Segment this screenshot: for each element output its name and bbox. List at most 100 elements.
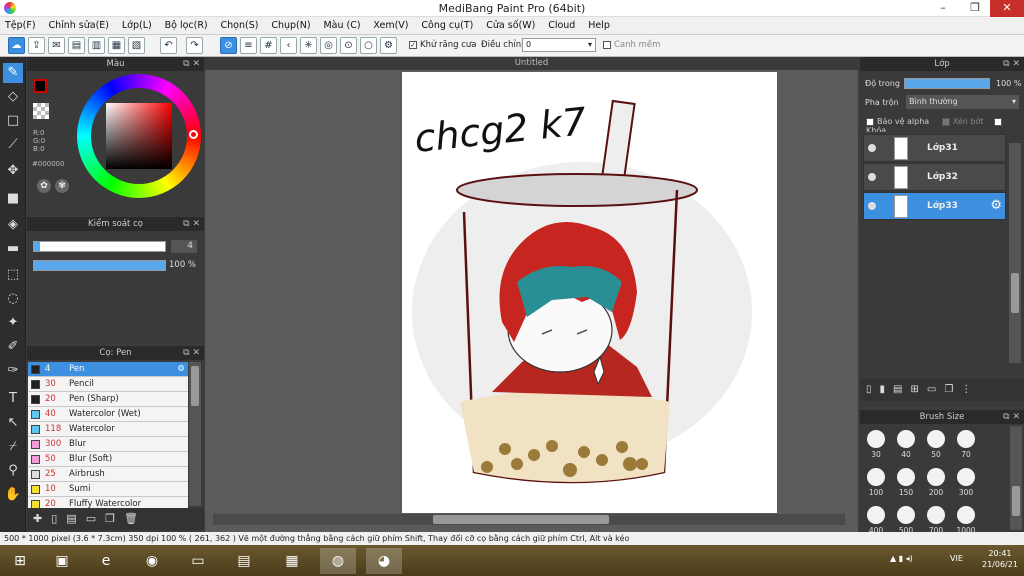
- select-eraser-icon[interactable]: ✑: [3, 361, 23, 381]
- restore-button[interactable]: ❐: [962, 0, 988, 17]
- layer-row-selected[interactable]: Lớp33 ⚙: [863, 192, 1006, 220]
- brush-size-preset[interactable]: 70: [952, 428, 980, 464]
- operation-tool-icon[interactable]: ↖: [3, 413, 23, 433]
- brush-opacity-slider[interactable]: [33, 260, 166, 271]
- camtasia-icon[interactable]: ◍: [320, 548, 356, 574]
- powerpoint-icon[interactable]: ▤: [226, 548, 262, 574]
- eyedropper-tool-icon[interactable]: ⚲: [3, 461, 23, 481]
- smooth-checkbox[interactable]: Canh mềm: [603, 40, 660, 50]
- layer-row[interactable]: Lớp32: [863, 163, 1006, 191]
- undo-icon[interactable]: ↶: [160, 37, 177, 54]
- radial-snap-icon[interactable]: ✳: [300, 37, 317, 54]
- brush-list-scrollbar[interactable]: [189, 362, 201, 506]
- new-layer-8bit-icon[interactable]: ▤: [893, 384, 910, 395]
- brush-size-value[interactable]: 4: [171, 240, 197, 253]
- panel-controls-icon[interactable]: ⧉ ✕: [1003, 57, 1020, 71]
- trash-icon[interactable]: 🗑: [124, 512, 147, 525]
- eye-icon[interactable]: [868, 173, 876, 181]
- blend-select[interactable]: Bình thường ▾: [906, 95, 1019, 109]
- divide-tool-icon[interactable]: ⌿: [3, 437, 23, 457]
- cloud-icon[interactable]: ☁: [8, 37, 25, 54]
- layer-menu-icon[interactable]: ⋮: [961, 384, 979, 395]
- parallel-snap-icon[interactable]: ≡: [240, 37, 257, 54]
- snap-off-icon[interactable]: ⊘: [220, 37, 237, 54]
- brush-item[interactable]: 4 Pen ⚙: [28, 362, 188, 377]
- menu-color[interactable]: Màu (C): [318, 17, 365, 35]
- layer-row[interactable]: Lớp31: [863, 134, 1006, 162]
- menu-view[interactable]: Xem(V): [368, 17, 413, 35]
- panel-controls-icon[interactable]: ⧉ ✕: [1003, 410, 1020, 424]
- saturation-square[interactable]: [106, 103, 172, 169]
- panel-controls-icon[interactable]: ⧉ ✕: [183, 217, 200, 231]
- menu-file[interactable]: Tệp(F): [0, 17, 41, 35]
- layer-opacity-slider[interactable]: [904, 78, 990, 89]
- menu-tools[interactable]: Công cụ(T): [416, 17, 478, 35]
- eye-icon[interactable]: [868, 202, 876, 210]
- chrome-icon[interactable]: ◉: [134, 548, 170, 574]
- lasso-tool-icon[interactable]: ◌: [3, 289, 23, 309]
- eye-icon[interactable]: [868, 144, 876, 152]
- brush-size-preset[interactable]: 150: [892, 466, 920, 502]
- move-tool-icon[interactable]: ✥: [3, 161, 23, 181]
- shape-tool-icon[interactable]: ■: [3, 189, 23, 209]
- circle-snap-icon[interactable]: ◎: [320, 37, 337, 54]
- fill-tool-icon[interactable]: ◈: [3, 215, 23, 235]
- menu-window[interactable]: Cửa số(W): [481, 17, 540, 35]
- hand-tool-icon[interactable]: ✋: [3, 485, 23, 505]
- text-tool-icon[interactable]: T: [3, 389, 23, 409]
- close-button[interactable]: ✕: [990, 0, 1024, 17]
- select-pen-icon[interactable]: ✐: [3, 337, 23, 357]
- brush-size-preset[interactable]: 30: [862, 428, 890, 464]
- gear-icon[interactable]: ⚙: [177, 362, 185, 377]
- menu-cloud[interactable]: Cloud: [543, 17, 580, 35]
- palette-edit-icon[interactable]: ✾: [55, 179, 69, 193]
- duplicate-layer-icon[interactable]: ❐: [944, 384, 961, 395]
- cross-snap-icon[interactable]: #: [260, 37, 277, 54]
- app-icon-control[interactable]: ▦: [274, 548, 310, 574]
- menu-select[interactable]: Chọn(S): [216, 17, 264, 35]
- drawing-canvas[interactable]: chcg2 k7: [402, 72, 777, 513]
- hue-ring[interactable]: [77, 74, 201, 198]
- eraser-tool-icon[interactable]: ◇: [3, 87, 23, 107]
- adjust-select[interactable]: 0 ▾: [522, 38, 596, 52]
- brush-tool-icon[interactable]: ✎: [3, 63, 23, 83]
- ie-icon[interactable]: e: [88, 548, 124, 574]
- brush-size-preset[interactable]: 300: [952, 466, 980, 502]
- brush-menu-icon[interactable]: ▤: [66, 512, 85, 525]
- tray-icons[interactable]: ▲ ▮ ◂): [890, 554, 913, 563]
- comment-icon[interactable]: ✉: [48, 37, 65, 54]
- grid-doc-icon[interactable]: ▦: [108, 37, 125, 54]
- new-brush-icon[interactable]: ▯: [51, 512, 66, 525]
- add-layer-menu-icon[interactable]: ⊞: [910, 384, 926, 395]
- gear-icon[interactable]: ⚙: [990, 198, 1002, 213]
- horizontal-scrollbar[interactable]: [213, 514, 845, 525]
- explorer-icon[interactable]: ▭: [180, 548, 216, 574]
- brush-size-scrollbar[interactable]: [1010, 426, 1022, 530]
- upload-icon[interactable]: ⇪: [28, 37, 45, 54]
- menu-snap[interactable]: Chụp(N): [266, 17, 315, 35]
- menu-edit[interactable]: Chỉnh sửa(E): [43, 17, 114, 35]
- menu-layer[interactable]: Lớp(L): [117, 17, 157, 35]
- gradient-tool-icon[interactable]: ▬: [3, 239, 23, 259]
- folder-icon[interactable]: ▭: [927, 384, 944, 395]
- magic-wand-icon[interactable]: ✦: [3, 313, 23, 333]
- brush-item[interactable]: 20 Pen (Sharp): [28, 392, 188, 407]
- line-tool-icon[interactable]: ⟋: [3, 135, 23, 155]
- medibang-icon[interactable]: ◕: [366, 548, 402, 574]
- language-indicator[interactable]: VIE: [950, 554, 963, 563]
- brush-item[interactable]: 25 Airbrush: [28, 467, 188, 482]
- chat-icon[interactable]: ▤: [68, 37, 85, 54]
- antialias-checkbox[interactable]: ✓ Khử răng cưa: [409, 40, 477, 50]
- brush-item[interactable]: 10 Sumi: [28, 482, 188, 497]
- palette-icon[interactable]: ✿: [37, 179, 51, 193]
- brush-item[interactable]: 40 Watercolor (Wet): [28, 407, 188, 422]
- curve-snap-icon[interactable]: ⊙: [340, 37, 357, 54]
- ellipse-snap-icon[interactable]: ○: [360, 37, 377, 54]
- windows-start-icon[interactable]: ⊞: [2, 548, 38, 574]
- new-layer-1bit-icon[interactable]: ▮: [880, 384, 894, 395]
- document-icon[interactable]: ▥: [88, 37, 105, 54]
- brush-size-preset[interactable]: 40: [892, 428, 920, 464]
- menu-filter[interactable]: Bộ lọc(R): [160, 17, 213, 35]
- rect-tool-icon[interactable]: □: [3, 111, 23, 131]
- brush-size-slider[interactable]: [33, 241, 166, 252]
